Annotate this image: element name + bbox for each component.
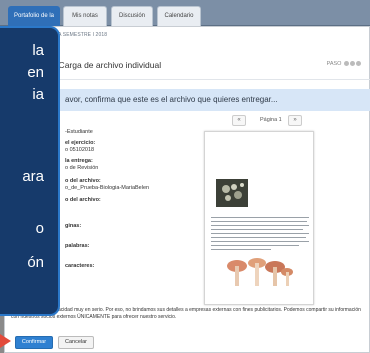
text-line	[211, 225, 309, 226]
tutorial-bubble: la en ia ara o ón	[0, 26, 60, 316]
words-label: palabras:	[65, 243, 89, 250]
exercise-label: el ejercicio:	[65, 140, 95, 147]
bubble-text: ara	[22, 168, 44, 185]
student-name: -Estudiante	[65, 129, 93, 135]
step-indicator: PASO	[327, 61, 361, 67]
mushroom-illustration-icon	[227, 258, 293, 286]
bubble-text: en	[27, 64, 44, 81]
fungi-photo-icon	[216, 179, 248, 207]
bubble-text: o	[35, 220, 44, 237]
step-dot-icon	[356, 61, 361, 67]
page-navigator: « Página 1 »	[216, 115, 336, 127]
file-size-label-text: o del archivo:	[65, 197, 101, 203]
exercise-value: o 05102018	[65, 147, 95, 153]
file-label-text: o del archivo:	[65, 178, 101, 184]
bubble-text: ón	[27, 254, 44, 271]
step-dot-icon	[344, 61, 349, 67]
exercise-label-text: el ejercicio:	[65, 140, 96, 146]
bubble-text: ia	[32, 86, 44, 103]
text-line	[211, 249, 271, 250]
file-label: o del archivo:	[65, 178, 101, 185]
step-dot-icon	[350, 61, 355, 67]
confirm-button[interactable]: Confirmar	[15, 336, 53, 349]
due-value: o de Revisión	[65, 165, 99, 171]
text-line	[211, 217, 309, 218]
prev-page-button[interactable]: «	[232, 115, 246, 126]
text-line	[211, 233, 309, 234]
chars-label-text: caracteres:	[65, 263, 95, 269]
bubble-text: la	[32, 42, 44, 59]
privacy-notice: Nos tomamos su privacidad muy en serio. …	[11, 307, 361, 320]
tab-grades[interactable]: Mis notas	[63, 6, 107, 26]
file-size-label: o del archivo:	[65, 197, 101, 204]
file-name: o_de_Prueba-Biologia-MariaBelen	[65, 185, 150, 191]
document-preview[interactable]	[204, 131, 314, 305]
text-line	[211, 229, 303, 230]
text-line	[211, 237, 306, 238]
tab-bar: Portafolio de la clase Mis notas Discusi…	[0, 0, 370, 37]
cancel-button[interactable]: Cancelar	[58, 336, 94, 349]
text-line	[211, 241, 309, 242]
tab-portfolio[interactable]: Portafolio de la clase	[8, 6, 60, 37]
due-label: la entrega:	[65, 158, 93, 165]
screen: Portafolio de la clase Mis notas Discusi…	[0, 0, 370, 353]
pointer-arrow-icon	[0, 334, 11, 348]
next-page-button[interactable]: »	[288, 115, 302, 126]
photo-thumbnail	[216, 179, 248, 207]
words-label-text: palabras:	[65, 243, 90, 249]
text-line	[211, 245, 299, 246]
chars-label: caracteres:	[65, 263, 94, 270]
page-number: Página 1	[260, 117, 282, 123]
pages-label-text: ginas:	[65, 223, 82, 229]
tab-calendar[interactable]: Calendario	[157, 6, 201, 26]
text-line	[211, 221, 307, 222]
step-label: PASO	[326, 61, 342, 67]
confirm-message: avor, confirma que este es el archivo qu…	[65, 95, 278, 104]
pages-label: ginas:	[65, 223, 81, 230]
tab-discussion[interactable]: Discusión	[111, 6, 153, 26]
due-label-text: la entrega:	[65, 158, 93, 164]
page-title: r: Carga de archivo individual	[51, 60, 162, 70]
